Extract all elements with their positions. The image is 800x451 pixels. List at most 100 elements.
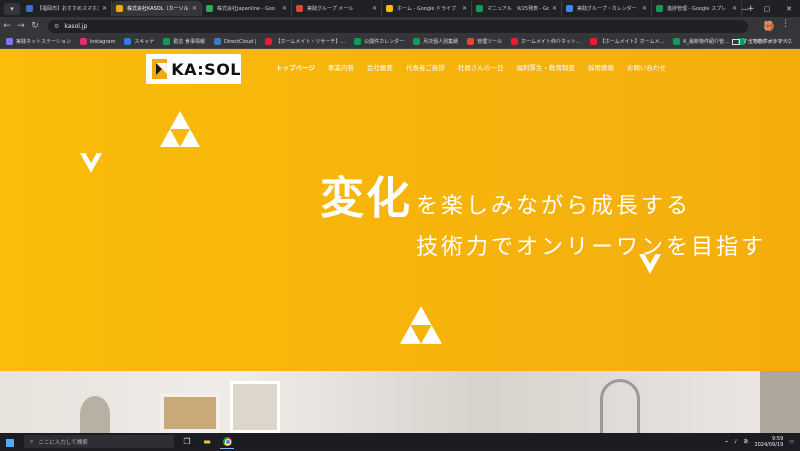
ime-icon[interactable]: あ bbox=[743, 438, 748, 445]
bookmark-favicon-icon bbox=[354, 38, 362, 45]
browser-tab[interactable]: 株式会社Japanline - Goo ✕ bbox=[202, 1, 292, 16]
logo-text: KA:SOL bbox=[171, 59, 241, 79]
bookmark-favicon-icon bbox=[413, 38, 421, 45]
back-icon[interactable]: ← bbox=[0, 21, 14, 31]
tab-favicon-icon bbox=[386, 5, 393, 12]
bookmark-label: ホームメイト仲介ネット... bbox=[521, 39, 581, 45]
bookmark-item[interactable]: 勤怠 食事情報 bbox=[163, 38, 205, 45]
tab-favicon-icon bbox=[476, 5, 483, 12]
all-bookmarks-label: すべてのブックマーク bbox=[742, 39, 792, 45]
maximize-icon[interactable]: ▢ bbox=[756, 5, 778, 13]
bookmark-item[interactable]: DirectCloud | bbox=[213, 38, 256, 45]
browser-tab[interactable]: 実践グループ メール ✕ bbox=[292, 1, 382, 16]
clock[interactable]: 9:59 2024/09/19 bbox=[754, 436, 783, 448]
browser-tab[interactable]: 【福岡市】おすすめスマホアプリ✕ bbox=[22, 1, 112, 16]
tab-title: 株式会社KASOL（カーソル） bbox=[127, 6, 189, 12]
logo-mark-icon bbox=[152, 59, 168, 79]
bookmark-item[interactable]: 【ホームメイト】ホームメ... bbox=[589, 38, 665, 45]
triangle-decoration-icon bbox=[400, 306, 442, 344]
site-nav-item[interactable]: 社員さんの一日 bbox=[458, 62, 504, 72]
tab-title: マニュアル 9/25発表 - Go bbox=[487, 6, 549, 12]
frame-shape bbox=[160, 393, 220, 433]
tab-favicon-icon bbox=[116, 5, 123, 12]
notification-icon[interactable]: ▭ bbox=[789, 439, 794, 445]
bookmark-item[interactable]: 実践ネットステーション bbox=[6, 38, 71, 45]
bookmark-item[interactable]: スキャナ bbox=[124, 38, 154, 45]
site-nav-item[interactable]: お問い合わせ bbox=[627, 62, 666, 72]
hero-subline: 技術力でオンリーワンを目指す bbox=[416, 235, 767, 260]
bookmark-label: K_最新物件紹介管... bbox=[683, 39, 729, 45]
tabs-container: 【福岡市】おすすめスマホアプリ✕株式会社KASOL（カーソル）✕株式会社Japa… bbox=[22, 1, 742, 16]
windows-start-icon[interactable] bbox=[0, 432, 20, 451]
close-tab-icon[interactable]: ✕ bbox=[192, 5, 197, 12]
bookmark-item[interactable]: 【ホームメイト・リサーチ】... bbox=[265, 38, 345, 45]
bookmark-item[interactable]: ホームメイト仲介ネット... bbox=[511, 38, 581, 45]
site-nav-item[interactable]: トップページ bbox=[276, 62, 315, 72]
bookmark-label: スキャナ bbox=[134, 39, 155, 45]
site-nav-item[interactable]: 福利厚生・教育制度 bbox=[516, 62, 575, 72]
file-explorer-icon[interactable]: ▬ bbox=[200, 435, 214, 449]
tab-title: 株式会社Japanline - Goo bbox=[217, 6, 275, 12]
browser-menu-icon[interactable]: ⋮ bbox=[781, 19, 790, 29]
taskbar-search-placeholder: ここに入力して検索 bbox=[38, 439, 88, 446]
bookmark-label: 【ホームメイト】ホームメ... bbox=[599, 39, 665, 45]
page-viewport: KA:SOL トップページ 事業内容 会社概要 代表者ご挨拶 社員さんの一日 福利厚生・教… bbox=[0, 49, 800, 433]
profile-avatar[interactable]: おかもと bbox=[764, 20, 774, 31]
close-tab-icon[interactable]: ✕ bbox=[372, 5, 377, 12]
close-tab-icon[interactable]: ✕ bbox=[642, 5, 647, 12]
site-nav-item[interactable]: 事業内容 bbox=[328, 62, 354, 72]
browser-tab[interactable]: 進捗管理 - Google スプレ ✕ bbox=[652, 1, 742, 16]
taskbar-search-input[interactable]: ⌕ ここに入力して検索 bbox=[24, 435, 174, 448]
browser-tab[interactable]: マニュアル 9/25発表 - Go ✕ bbox=[472, 1, 562, 16]
close-tab-icon[interactable]: ✕ bbox=[552, 5, 557, 12]
browser-tab[interactable]: 実践グループ・カレンダー - G ✕ bbox=[562, 1, 652, 16]
tab-search-icon[interactable]: ▾ bbox=[4, 2, 20, 15]
site-nav-item[interactable]: 代表者ご挨拶 bbox=[406, 62, 445, 72]
site-nav-item[interactable]: 会社概要 bbox=[367, 62, 393, 72]
folder-icon bbox=[731, 38, 740, 45]
bookmark-favicon-icon bbox=[673, 38, 681, 45]
vase-shape bbox=[80, 396, 110, 433]
frame-shape bbox=[230, 381, 280, 433]
close-tab-icon[interactable]: ✕ bbox=[462, 5, 467, 12]
close-tab-icon[interactable]: ✕ bbox=[102, 5, 107, 12]
network-icon[interactable]: ⌁ bbox=[725, 439, 728, 445]
all-bookmarks-button[interactable]: すべてのブックマーク bbox=[731, 38, 792, 45]
chrome-taskbar-icon[interactable] bbox=[220, 435, 234, 449]
bookmark-item[interactable]: 公開件カレンダー bbox=[354, 38, 404, 45]
bookmark-label: 勤怠 食事情報 bbox=[173, 39, 205, 45]
bookmark-label: 【ホームメイト・リサーチ】... bbox=[275, 39, 346, 45]
site-nav-item[interactable]: 採用情報 bbox=[588, 62, 614, 72]
url-input[interactable]: ⚙ kasol.jp bbox=[48, 19, 748, 33]
hero-big-text: 変化 bbox=[320, 173, 412, 224]
close-tab-icon[interactable]: ✕ bbox=[282, 5, 287, 12]
minimize-icon[interactable]: — bbox=[734, 5, 756, 13]
bookmark-item[interactable]: 管理ツール bbox=[467, 38, 502, 45]
browser-tab[interactable]: 株式会社KASOL（カーソル） ✕ bbox=[112, 1, 202, 16]
tab-title: 実践グループ・カレンダー - G bbox=[577, 6, 639, 12]
bookmark-label: 月次個人別集績 bbox=[423, 39, 459, 45]
photo-edge bbox=[760, 371, 800, 433]
task-view-icon[interactable]: ❐ bbox=[180, 435, 194, 449]
site-logo[interactable]: KA:SOL bbox=[146, 54, 241, 84]
bookmark-item[interactable]: K_最新物件紹介管... bbox=[673, 38, 729, 45]
reload-icon[interactable]: ↻ bbox=[28, 21, 42, 31]
bookmark-favicon-icon bbox=[124, 38, 132, 45]
volume-icon[interactable]: ♪ bbox=[734, 439, 737, 445]
bookmark-favicon-icon bbox=[467, 38, 475, 45]
bookmark-favicon-icon bbox=[213, 38, 221, 45]
browser-tab[interactable]: ホーム - Google ドライブ ✕ bbox=[382, 1, 472, 16]
triangle-decoration-icon bbox=[160, 111, 200, 147]
site-info-icon[interactable]: ⚙ bbox=[54, 23, 59, 30]
hero-small-text: を楽しみながら成長する bbox=[416, 194, 692, 219]
bookmark-label: 公開件カレンダー bbox=[364, 39, 405, 45]
bookmark-item[interactable]: 月次個人別集績 bbox=[413, 38, 458, 45]
close-window-icon[interactable]: ✕ bbox=[778, 5, 800, 13]
hero-headline: 変化 を楽しみながら成長する bbox=[320, 162, 691, 226]
bookmark-item[interactable]: Instagram bbox=[79, 38, 115, 45]
search-icon: ⌕ bbox=[30, 437, 34, 445]
faucet-shape bbox=[600, 379, 640, 433]
bookmark-favicon-icon bbox=[511, 38, 519, 45]
window-controls: — ▢ ✕ bbox=[734, 0, 800, 17]
forward-icon[interactable]: → bbox=[14, 21, 28, 31]
